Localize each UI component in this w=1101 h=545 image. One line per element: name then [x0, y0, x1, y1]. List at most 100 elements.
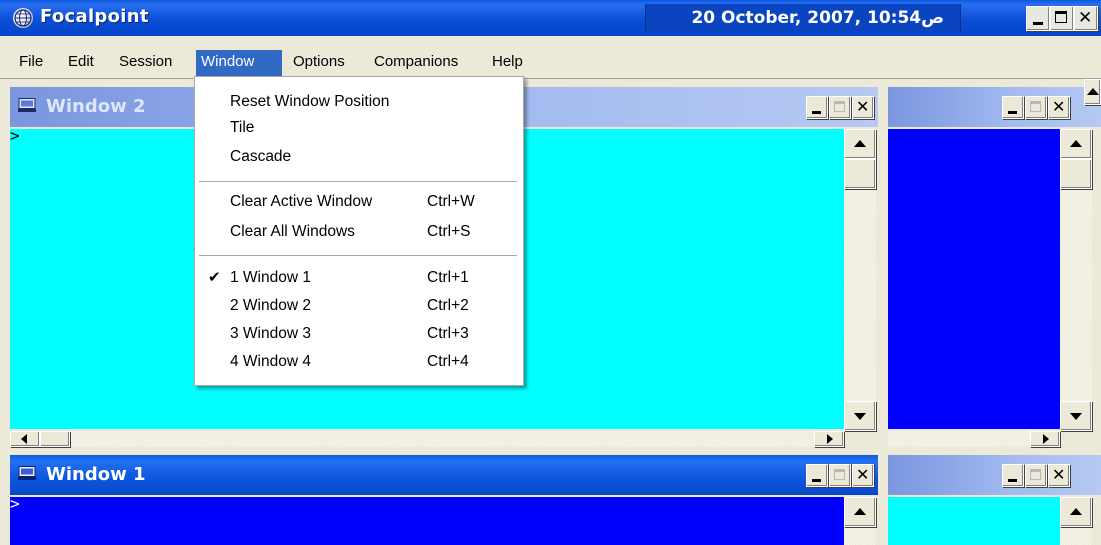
- close-icon: ✕: [1078, 8, 1093, 28]
- prompt-glyph: >: [10, 494, 20, 513]
- menu-edit[interactable]: Edit: [63, 50, 99, 76]
- mdi-client-area: Window 2 ✕ > ✕ Window 1 ✕ > ✕: [0, 78, 1101, 545]
- close-button[interactable]: ✕: [1048, 464, 1070, 487]
- vertical-scrollbar[interactable]: [844, 129, 876, 431]
- menu-item-shortcut: Ctrl+S: [427, 223, 471, 240]
- minimize-button[interactable]: [1002, 96, 1024, 119]
- menu-separator: [199, 181, 517, 182]
- close-icon: ✕: [1052, 97, 1066, 116]
- scroll-up-button[interactable]: [844, 497, 876, 527]
- console-output[interactable]: >: [10, 494, 844, 545]
- menu-help[interactable]: Help: [487, 50, 528, 76]
- menu-item-clear-all-windows[interactable]: Clear All Windows Ctrl+S: [195, 219, 523, 245]
- scroll-thumb[interactable]: [844, 159, 876, 189]
- arrow-left-icon: [21, 434, 27, 444]
- menu-item-window-4[interactable]: 4 Window 4 Ctrl+4: [195, 349, 523, 375]
- prompt-glyph: >: [10, 126, 20, 145]
- scroll-right-button[interactable]: [1030, 431, 1060, 447]
- maximize-button[interactable]: [1025, 464, 1047, 487]
- child-titlebar[interactable]: Window 1 ✕: [10, 455, 878, 495]
- minimize-button[interactable]: [1026, 6, 1050, 31]
- vertical-scrollbar[interactable]: [1060, 129, 1092, 431]
- minimize-icon: [812, 479, 821, 482]
- app-titlebar[interactable]: Focalpoint 20 October, 2007, ص10:54 ✕: [0, 0, 1101, 36]
- minimize-icon: [1008, 111, 1017, 114]
- horizontal-scrollbar[interactable]: [10, 431, 844, 447]
- arrow-up-icon: [1070, 508, 1082, 515]
- menu-item-tile[interactable]: Tile: [195, 115, 523, 141]
- scroll-right-button[interactable]: [814, 431, 844, 447]
- arrow-right-icon: [827, 434, 833, 444]
- child-window-4[interactable]: ✕: [888, 455, 1101, 545]
- clock-display: 20 October, 2007, ص10:54: [645, 4, 961, 32]
- close-icon: ✕: [1052, 465, 1066, 484]
- minimize-button[interactable]: [1002, 464, 1024, 487]
- maximize-icon: [1030, 469, 1041, 480]
- close-button[interactable]: ✕: [1048, 96, 1070, 119]
- maximize-icon: [834, 101, 845, 112]
- vertical-scrollbar[interactable]: [1060, 497, 1092, 545]
- menu-item-shortcut: Ctrl+1: [427, 269, 469, 286]
- maximize-button[interactable]: [829, 464, 851, 487]
- arrow-down-icon: [854, 413, 866, 420]
- globe-icon: [13, 8, 33, 28]
- menu-item-window-1[interactable]: ✔ 1 Window 1 Ctrl+1: [195, 265, 523, 291]
- child-title: Window 1: [46, 464, 146, 485]
- vertical-scrollbar[interactable]: [844, 497, 876, 545]
- close-icon: ✕: [856, 97, 870, 116]
- menu-separator: [199, 255, 517, 256]
- mdi-scroll-up-button[interactable]: [1084, 79, 1101, 105]
- menu-bar: File Edit Session Window Options Compani…: [0, 50, 1101, 77]
- child-window-1[interactable]: Window 1 ✕ >: [10, 455, 878, 545]
- scroll-left-button[interactable]: [10, 431, 40, 447]
- menu-item-label: Cascade: [230, 148, 292, 165]
- menu-file[interactable]: File: [14, 50, 48, 76]
- menu-companions[interactable]: Companions: [369, 50, 463, 76]
- close-button[interactable]: ✕: [852, 96, 874, 119]
- menu-item-shortcut: Ctrl+W: [427, 193, 475, 210]
- maximize-button[interactable]: [1050, 6, 1074, 31]
- scroll-up-button[interactable]: [1060, 497, 1092, 527]
- menu-item-window-2[interactable]: 2 Window 2 Ctrl+2: [195, 293, 523, 319]
- scroll-thumb[interactable]: [1060, 159, 1092, 189]
- menu-item-shortcut: Ctrl+2: [427, 297, 469, 314]
- minimize-button[interactable]: [806, 464, 828, 487]
- maximize-button[interactable]: [1025, 96, 1047, 119]
- arrow-up-icon: [854, 140, 866, 147]
- close-icon: ✕: [856, 465, 870, 484]
- menu-window[interactable]: Window: [196, 50, 282, 76]
- window-menu-dropdown: Reset Window Position Tile Cascade Clear…: [194, 76, 524, 386]
- scroll-thumb[interactable]: [40, 431, 70, 447]
- menu-item-label: Tile: [230, 119, 255, 136]
- console-output[interactable]: [888, 129, 1060, 429]
- maximize-icon: [1055, 11, 1067, 23]
- menu-item-label: Reset Window Position: [230, 93, 390, 110]
- menu-item-label: 1 Window 1: [230, 269, 311, 286]
- scroll-down-button[interactable]: [1060, 401, 1092, 431]
- menu-item-reset-window-position[interactable]: Reset Window Position: [195, 89, 523, 115]
- child-window-3[interactable]: ✕: [888, 87, 1101, 447]
- menu-item-label: 3 Window 3: [230, 325, 311, 342]
- horizontal-scrollbar[interactable]: [888, 431, 1060, 447]
- checkmark-icon: ✔: [208, 269, 221, 286]
- console-output[interactable]: [888, 497, 1060, 545]
- maximize-button[interactable]: [829, 96, 851, 119]
- minimize-button[interactable]: [806, 96, 828, 119]
- arrow-down-icon: [1070, 413, 1082, 420]
- menu-item-window-3[interactable]: 3 Window 3 Ctrl+3: [195, 321, 523, 347]
- scroll-up-button[interactable]: [844, 129, 876, 159]
- scroll-up-button[interactable]: [1060, 129, 1092, 159]
- menu-session[interactable]: Session: [114, 50, 177, 76]
- menu-options[interactable]: Options: [288, 50, 350, 76]
- maximize-icon: [1030, 101, 1041, 112]
- close-button[interactable]: ✕: [1074, 6, 1098, 31]
- close-button[interactable]: ✕: [852, 464, 874, 487]
- menu-item-clear-active-window[interactable]: Clear Active Window Ctrl+W: [195, 189, 523, 215]
- scroll-down-button[interactable]: [844, 401, 876, 431]
- child-titlebar[interactable]: ✕: [888, 87, 1101, 127]
- menu-item-cascade[interactable]: Cascade: [195, 144, 523, 170]
- arrow-right-icon: [1043, 434, 1049, 444]
- terminal-icon: [18, 466, 36, 480]
- child-titlebar[interactable]: ✕: [888, 455, 1101, 495]
- clock-text: 20 October, 2007, ص10:54: [691, 8, 944, 28]
